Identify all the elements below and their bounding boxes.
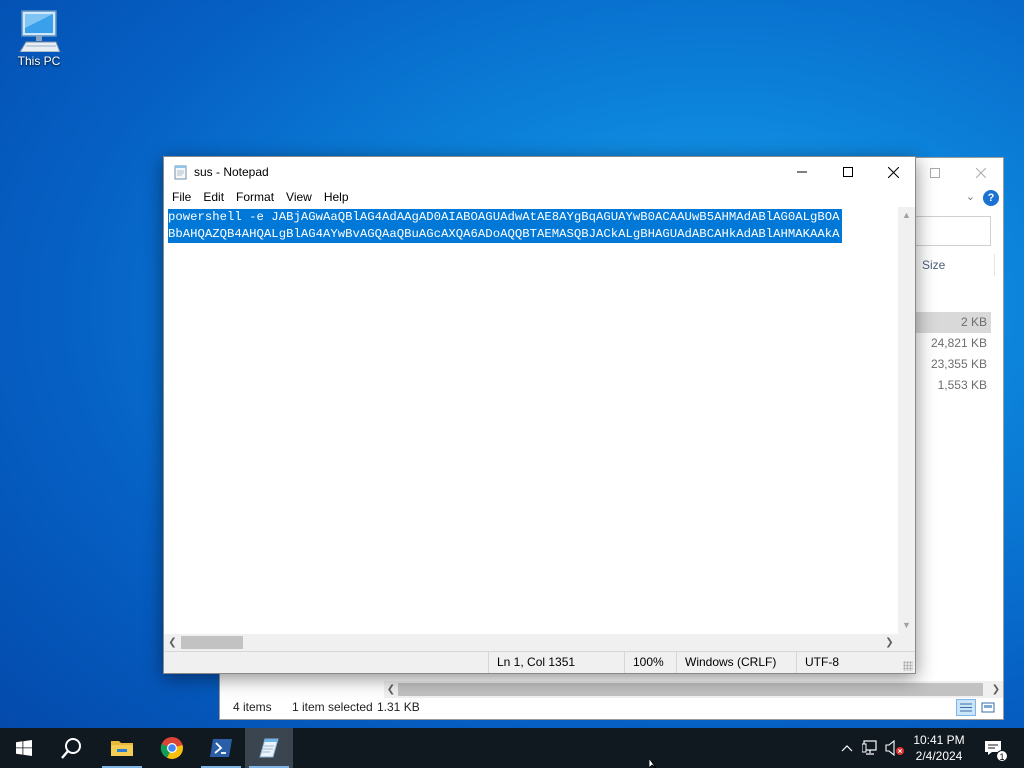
mouse-pointer-icon xyxy=(649,758,657,768)
maximize-icon xyxy=(843,167,853,177)
notepad-text-area[interactable]: powershell -e JABjAGwAaQBlAG4AdAAgAD0AIA… xyxy=(164,207,898,634)
volume-muted-icon xyxy=(885,740,904,756)
clock-date: 2/4/2024 xyxy=(915,749,963,763)
notepad-maximize-button[interactable] xyxy=(825,157,871,187)
taskbar-notepad[interactable] xyxy=(245,728,293,768)
scroll-right-arrow-icon[interactable]: ❯ xyxy=(881,634,898,651)
show-hidden-icons-button[interactable] xyxy=(838,728,856,768)
explorer-close-button[interactable] xyxy=(958,158,1004,188)
powershell-icon xyxy=(210,739,232,757)
notepad-status-bar: Ln 1, Col 1351 100% Windows (CRLF) UTF-8 xyxy=(164,651,915,673)
notification-count-badge: 1 xyxy=(996,750,1008,762)
menu-help[interactable]: Help xyxy=(318,187,355,207)
network-tray-button[interactable] xyxy=(860,728,882,768)
scroll-up-arrow-icon[interactable]: ▲ xyxy=(898,207,915,224)
chevron-up-icon xyxy=(841,745,853,752)
status-cursor-position: Ln 1, Col 1351 xyxy=(488,652,624,673)
maximize-icon xyxy=(930,168,940,178)
notepad-icon xyxy=(259,738,279,758)
scrollbar-thumb[interactable] xyxy=(398,683,983,696)
explorer-search-input[interactable] xyxy=(911,216,991,246)
notepad-close-button[interactable] xyxy=(870,157,916,187)
details-view-icon xyxy=(960,703,972,712)
resize-grip-icon[interactable] xyxy=(903,661,913,671)
folder-icon xyxy=(111,741,133,756)
help-icon[interactable]: ? xyxy=(983,190,999,206)
menu-format[interactable]: Format xyxy=(230,187,280,207)
notepad-app-icon xyxy=(173,164,189,183)
clock-time: 10:41 PM xyxy=(913,733,965,747)
close-icon xyxy=(887,166,899,178)
explorer-status-bar: 4 items 1 item selected 1.31 KB xyxy=(220,696,1003,719)
notepad-titlebar[interactable]: sus - Notepad xyxy=(164,157,915,187)
column-header-size[interactable]: Size xyxy=(922,258,945,272)
status-encoding: UTF-8 xyxy=(796,652,900,673)
notepad-vertical-scrollbar[interactable]: ▲ ▼ xyxy=(898,207,915,634)
desktop-icon-this-pc[interactable]: This PC xyxy=(10,8,68,68)
close-icon xyxy=(975,167,987,179)
search-button[interactable] xyxy=(48,728,96,768)
volume-tray-button[interactable] xyxy=(884,728,906,768)
scrollbar-thumb[interactable] xyxy=(181,636,243,649)
search-icon xyxy=(61,738,81,759)
status-line-ending: Windows (CRLF) xyxy=(676,652,796,673)
large-icons-view-icon xyxy=(981,702,995,713)
start-button[interactable] xyxy=(0,728,48,768)
notepad-minimize-button[interactable] xyxy=(779,157,825,187)
notepad-menu-bar: File Edit Format View Help xyxy=(164,187,915,207)
minimize-icon xyxy=(797,171,807,173)
status-selected-size: 1.31 KB xyxy=(377,700,420,714)
text-line-selected: powershell -e JABjAGwAaQBlAG4AdAAgAD0AIA… xyxy=(168,209,842,226)
menu-view[interactable]: View xyxy=(280,187,318,207)
file-row-size[interactable]: 24,821 KB xyxy=(915,333,991,354)
status-item-count: 4 items xyxy=(233,700,272,714)
status-zoom: 100% xyxy=(624,652,676,673)
network-icon xyxy=(862,740,877,755)
scroll-left-arrow-icon[interactable]: ❮ xyxy=(164,634,181,651)
taskbar-file-explorer[interactable] xyxy=(98,728,146,768)
notepad-window-title: sus - Notepad xyxy=(194,165,269,179)
computer-icon xyxy=(19,10,61,52)
file-row-size[interactable]: 1,553 KB xyxy=(915,375,991,396)
ribbon-expand-chevron-icon[interactable]: ⌄ xyxy=(966,190,975,203)
text-line-selected: BbAHQAZQB4AHQALgBlAG4AYwBvAGQAaQBuAGcAXQ… xyxy=(168,226,842,243)
status-selected-count: 1 item selected xyxy=(292,700,373,714)
taskbar: 10:41 PM 2/4/2024 1 xyxy=(0,728,1024,768)
scroll-down-arrow-icon[interactable]: ▼ xyxy=(898,617,915,634)
details-view-button[interactable] xyxy=(956,699,976,716)
taskbar-clock[interactable]: 10:41 PM 2/4/2024 xyxy=(904,732,974,764)
taskbar-chrome[interactable] xyxy=(148,728,196,768)
taskbar-powershell[interactable] xyxy=(197,728,245,768)
windows-logo-icon xyxy=(16,740,32,756)
column-divider xyxy=(994,254,995,276)
large-icons-view-button[interactable] xyxy=(978,699,998,716)
notepad-horizontal-scrollbar[interactable]: ❮ ❯ xyxy=(164,634,898,651)
explorer-maximize-button[interactable] xyxy=(912,158,958,188)
scrollbar-corner xyxy=(898,634,915,651)
notepad-window[interactable]: sus - Notepad File Edit Format View Help… xyxy=(163,156,916,674)
file-row-size[interactable]: 23,355 KB xyxy=(915,354,991,375)
chrome-icon xyxy=(160,737,183,759)
menu-edit[interactable]: Edit xyxy=(197,187,230,207)
desktop-icon-label: This PC xyxy=(17,54,61,68)
file-row-size[interactable]: 2 KB xyxy=(915,312,991,333)
menu-file[interactable]: File xyxy=(166,187,197,207)
